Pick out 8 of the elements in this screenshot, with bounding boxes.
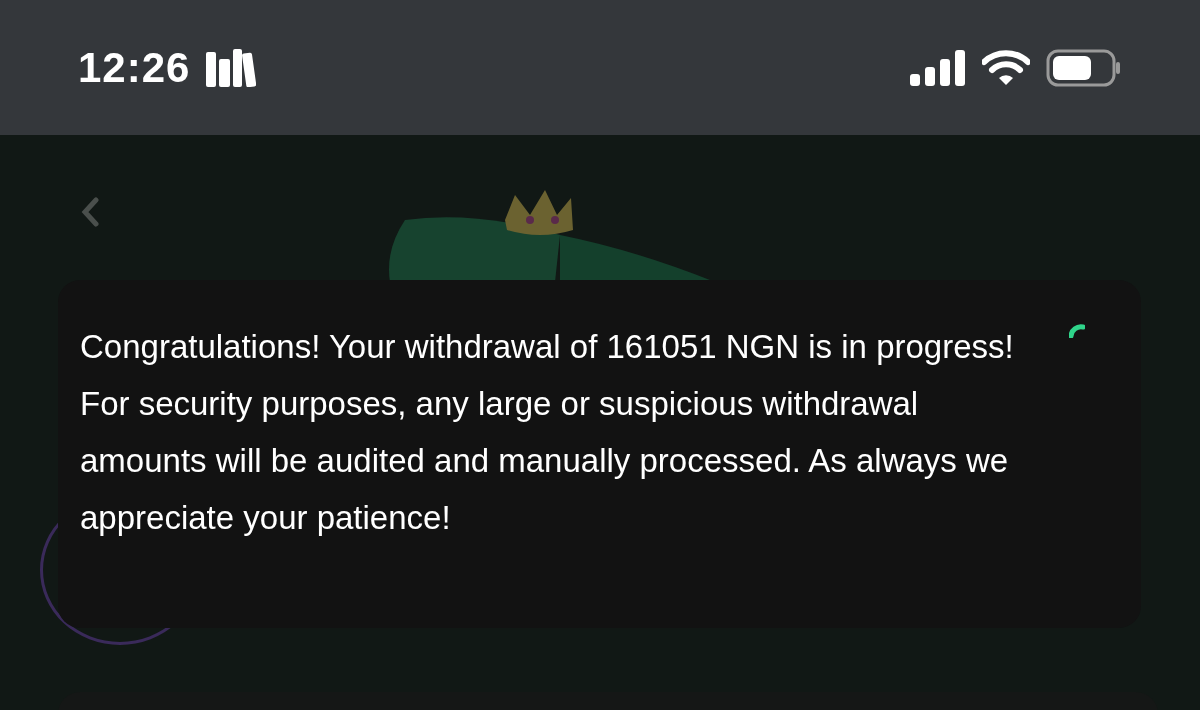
signal-icon — [910, 49, 966, 86]
loading-spinner-icon — [1069, 324, 1085, 338]
status-time: 12:26 — [78, 43, 191, 93]
books-icon — [206, 48, 257, 87]
back-icon[interactable] — [80, 197, 100, 227]
battery-icon — [1046, 48, 1122, 87]
wifi-icon — [982, 49, 1030, 86]
toast-message: Congratulations! Your withdrawal of 161051 NGN is in progress! For security purposes, any large or suspicious withdrawal amounts will be audited and manually processed. As always we appreciate your patience! — [80, 327, 1015, 538]
